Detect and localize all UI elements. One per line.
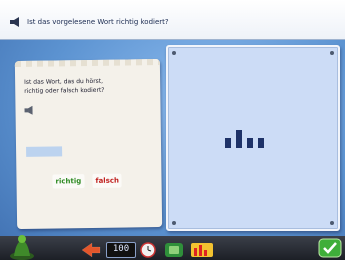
question-line-1: Ist das Wort, das du hörst, bbox=[24, 77, 104, 86]
code-bar bbox=[236, 130, 242, 148]
statistics-icon[interactable] bbox=[190, 242, 214, 258]
check-icon[interactable] bbox=[318, 238, 342, 258]
back-arrow-icon[interactable] bbox=[80, 242, 102, 258]
app-window: Ist das vorgelesene Wort richtig kodiert… bbox=[0, 0, 345, 260]
speaker-icon[interactable] bbox=[10, 17, 24, 27]
falsch-button[interactable]: falsch bbox=[92, 173, 123, 188]
counter-value: 100 bbox=[112, 244, 130, 254]
score-counter: 100 bbox=[106, 242, 136, 258]
replay-speaker-icon[interactable] bbox=[24, 105, 36, 115]
code-bar bbox=[225, 138, 231, 148]
question-line-2: richtig oder falsch kodiert? bbox=[24, 86, 105, 95]
card-torn-edge bbox=[14, 58, 160, 68]
tool-icon[interactable] bbox=[164, 242, 184, 258]
code-bar bbox=[247, 138, 253, 148]
character-icon bbox=[10, 235, 34, 260]
word-display-panel bbox=[166, 45, 340, 231]
answer-field[interactable] bbox=[26, 146, 63, 157]
richtig-button[interactable]: richtig bbox=[52, 174, 85, 189]
instruction-text: Ist das vorgelesene Wort richtig kodiert… bbox=[27, 18, 169, 26]
syllable-code-bars bbox=[168, 47, 338, 229]
question-card: Ist das Wort, das du hörst, richtig oder… bbox=[14, 58, 163, 230]
timer-icon[interactable] bbox=[139, 242, 157, 258]
instruction-bar: Ist das vorgelesene Wort richtig kodiert… bbox=[0, 0, 345, 40]
code-bar bbox=[258, 138, 264, 148]
